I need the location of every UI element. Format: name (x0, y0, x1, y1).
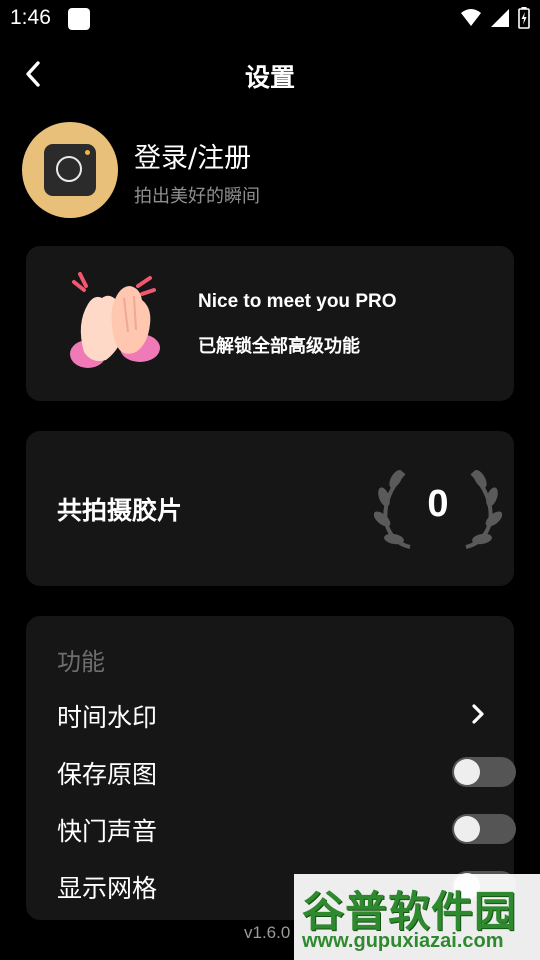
avatar[interactable] (22, 122, 118, 218)
pro-card[interactable]: Nice to meet you PRO 已解锁全部高级功能 (26, 246, 514, 401)
pro-description: 已解锁全部高级功能 (198, 336, 360, 357)
feature-label: 显示网格 (57, 874, 158, 903)
chevron-right-icon[interactable] (463, 700, 491, 728)
wifi-icon (460, 8, 482, 32)
time-watermark-row[interactable]: 时间水印 (57, 694, 491, 734)
signal-icon (490, 8, 510, 32)
feature-label: 时间水印 (57, 703, 158, 732)
section-title: 功能 (57, 648, 105, 676)
film-count-label: 共拍摄胶片 (57, 496, 183, 525)
save-original-toggle[interactable] (452, 757, 516, 787)
camera-icon (44, 144, 96, 196)
profile-section: 登录/注册 拍出美好的瞬间 (22, 122, 502, 222)
version-label: v1.6.0 (244, 923, 291, 942)
status-icons (460, 7, 530, 33)
status-bar: 1:46 (0, 0, 540, 40)
login-register-link[interactable]: 登录/注册 (134, 136, 251, 175)
toggle-knob (454, 759, 480, 785)
feature-label: 保存原图 (57, 760, 158, 789)
shutter-sound-row: 快门声音 (57, 808, 516, 848)
film-count-card: 共拍摄胶片 0 (26, 431, 514, 586)
page-title: 设置 (244, 63, 295, 92)
clapping-hands-icon (70, 272, 160, 368)
header: 设置 (0, 50, 540, 98)
profile-subtitle: 拍出美好的瞬间 (134, 186, 260, 207)
shutter-sound-toggle[interactable] (452, 814, 516, 844)
pro-title: Nice to meet you PRO (198, 291, 397, 312)
toggle-knob (454, 816, 480, 842)
save-original-row: 保存原图 (57, 751, 516, 791)
battery-icon (518, 7, 530, 33)
site-watermark: 谷普软件园 www.gupuxiazai.com (294, 874, 540, 960)
notification-icon (68, 8, 90, 30)
feature-label: 快门声音 (57, 817, 158, 846)
status-time: 1:46 (10, 6, 51, 29)
film-count-value: 0 (427, 483, 449, 525)
watermark-url: www.gupuxiazai.com (302, 930, 504, 952)
